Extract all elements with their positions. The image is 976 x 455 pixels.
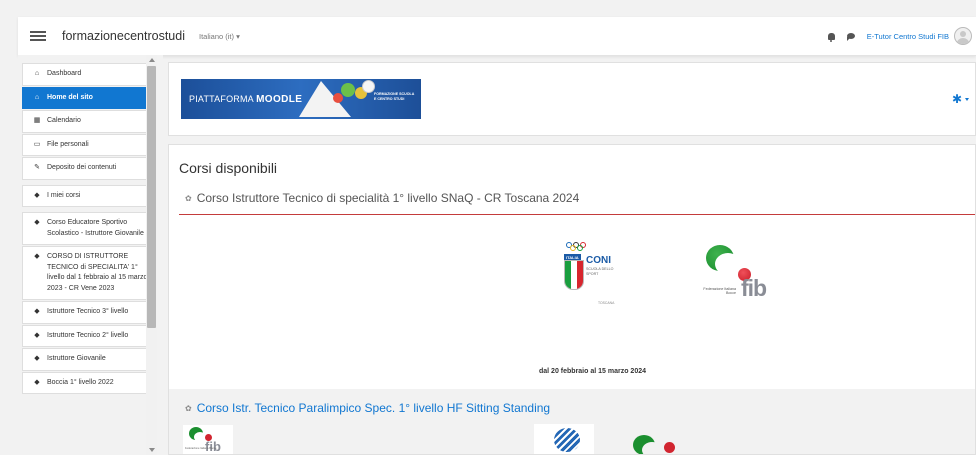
sidebar-item-label: Istruttore Tecnico 2° livello — [47, 331, 129, 339]
red-ball-icon — [664, 442, 675, 453]
fib-subtitle: Federazione Italiana Bocce — [703, 287, 736, 296]
sidebar-item-label: CORSO DI ISTRUTTORE TECNICO di SPECIALIT… — [47, 253, 148, 292]
sidebar-item-3[interactable]: ▭ File personali — [22, 133, 157, 156]
course-category-icon: ✿ — [185, 403, 192, 413]
user-menu-name[interactable]: E-Tutor Centro Studi FIB — [867, 32, 949, 41]
menu-toggle-icon[interactable] — [30, 31, 46, 41]
logo-swoosh — [642, 442, 662, 454]
tricolor-shield-icon — [564, 260, 584, 290]
language-selector[interactable]: Italiano (it) ▾ — [199, 32, 240, 41]
messages-chat-icon[interactable] — [846, 33, 855, 41]
sphere-icon — [554, 428, 580, 452]
sidebar-item-label: I miei corsi — [47, 191, 81, 199]
notifications-bell-icon[interactable] — [827, 32, 835, 42]
divider — [179, 214, 975, 215]
sidebar-item-label: Boccia 1° livello 2022 — [47, 378, 114, 386]
sidebar-item-label: Corso Educatore Sportivo Scolastico - Is… — [47, 219, 144, 237]
section-title: Corsi disponibili — [179, 160, 278, 176]
sidebar-item-label: File personali — [47, 140, 89, 148]
graduation-cap-icon: ◆ — [34, 219, 40, 226]
course-box: ✿ Corso Istr. Tecnico Paralimpico Spec. … — [169, 389, 975, 454]
file-icon: ▭ — [33, 140, 41, 148]
gear-icon: ✱ — [951, 92, 962, 106]
course-logos — [534, 424, 704, 454]
sidebar-item-label: Deposito dei contenuti — [47, 164, 117, 171]
home-icon: ⌂ — [34, 93, 40, 101]
graduation-cap-icon: ◆ — [34, 253, 40, 260]
graduation-cap-icon: ◆ — [34, 378, 40, 386]
avatar[interactable] — [954, 27, 972, 45]
sidebar-item-10[interactable]: ◆ Istruttore Giovanile — [22, 348, 157, 371]
olympic-rings-icon — [566, 242, 588, 252]
banner-brand: MOODLE — [256, 94, 303, 105]
logo-swoosh — [715, 253, 741, 275]
graduation-cap-icon: ◆ — [34, 308, 40, 315]
sidebar-item-label: Calendario — [47, 117, 81, 124]
sidebar-item-7[interactable]: ◆ CORSO DI ISTRUTTORE TECNICO di SPECIALI… — [22, 246, 157, 300]
fib-logo-small: fib Federazione Italiana Bocce — [183, 425, 233, 454]
banner-side-text: FORMAZIONE SCUOLA E CENTRO STUDI — [374, 92, 415, 101]
course-title-link[interactable]: ✿ Corso Istr. Tecnico Paralimpico Spec. … — [185, 401, 550, 415]
paralympic-logo — [534, 424, 594, 454]
sidebar-scroll-thumb[interactable] — [147, 66, 156, 328]
course-title-link[interactable]: ✿ Corso Istruttore Tecnico di specialità… — [185, 191, 579, 205]
sidebar-item-label: Dashboard — [47, 70, 82, 77]
sidebar-item-label: Istruttore Tecnico 3° livello — [47, 308, 129, 315]
ball-icon — [333, 93, 343, 103]
page-settings-menu[interactable]: ✱ — [952, 93, 969, 105]
dashboard-icon: ⌂ — [34, 70, 40, 77]
sidebar-item-label: Home del sito — [47, 93, 93, 101]
coni-logo: ITALIA CONI SCUOLA DELLO SPORT TOSCANA — [564, 242, 634, 317]
sidebar-item-6[interactable]: ◆ Corso Educatore Sportivo Scolastico - I… — [22, 212, 157, 245]
calendar-icon: ▦ — [33, 117, 41, 124]
user-menu-area: E-Tutor Centro Studi FIB — [827, 17, 976, 55]
banner-title: PIATTAFORMA MOODLE — [189, 94, 302, 105]
fib-subtitle: Federazione Italiana Bocce — [185, 447, 217, 450]
course-title-text: Corso Istr. Tecnico Paralimpico Spec. 1°… — [196, 401, 551, 415]
nav-drawer: ⌂ Dashboard ⌂ Home del sito ▦ Calendario ▭ File… — [18, 55, 163, 455]
banner-prefix: PIATTAFORMA — [189, 94, 254, 104]
coni-region: TOSCANA — [598, 301, 615, 305]
moodle-banner-logo[interactable]: PIATTAFORMA MOODLE FORMAZIONE SCUOLA E C… — [181, 79, 421, 119]
sidebar-item-5[interactable]: ◆ I miei corsi — [22, 184, 157, 207]
course-title-text: Corso Istruttore Tecnico di specialità 1… — [196, 191, 580, 205]
graduation-cap-icon: ◆ — [34, 331, 40, 339]
sidebar-item-8[interactable]: ◆ Istruttore Tecnico 3° livello — [22, 301, 157, 324]
sidebar-item-0[interactable]: ⌂ Dashboard — [22, 63, 157, 86]
coni-subtitle: SCUOLA DELLO SPORT — [586, 267, 614, 276]
sidebar-item-9[interactable]: ◆ Istruttore Tecnico 2° livello — [22, 324, 157, 347]
fib-logo: fib Federazione Italiana Bocce — [697, 245, 787, 305]
fib-wordmark: fib — [741, 275, 767, 301]
pencil-icon: ✎ — [34, 164, 40, 171]
site-name-link[interactable]: formazionecentrostudi — [62, 29, 185, 43]
sidebar-item-4[interactable]: ✎ Deposito dei contenuti — [22, 157, 157, 180]
sidebar-nav-list: ⌂ Dashboard ⌂ Home del sito ▦ Calendario ▭ File… — [22, 63, 157, 395]
available-courses-card: Corsi disponibili ✿ Corso Istruttore Tec… — [168, 144, 976, 455]
scroll-down-arrow-icon[interactable] — [149, 448, 155, 452]
coni-name: CONI — [586, 255, 611, 266]
chevron-down-icon — [965, 97, 969, 101]
sidebar-item-11[interactable]: ◆ Boccia 1° livello 2022 — [22, 371, 157, 394]
sidebar-item-1[interactable]: ⌂ Home del sito — [22, 86, 157, 109]
top-navbar: formazionecentrostudi Italiano (it) ▾ E-… — [18, 17, 976, 56]
sidebar-item-label: Istruttore Giovanile — [47, 355, 106, 362]
scroll-up-arrow-icon[interactable] — [149, 58, 155, 62]
course-dates: dal 20 febbraio al 15 marzo 2024 — [539, 368, 646, 375]
course-box: ✿ Corso Istruttore Tecnico di specialità… — [169, 181, 975, 409]
course-category-icon: ✿ — [185, 193, 192, 203]
graduation-cap-icon: ◆ — [34, 191, 40, 199]
page-header-card: PIATTAFORMA MOODLE FORMAZIONE SCUOLA E C… — [168, 62, 976, 136]
sidebar-item-2[interactable]: ▦ Calendario — [22, 110, 157, 133]
ball-icon — [341, 83, 355, 97]
graduation-cap-icon: ◆ — [34, 355, 40, 362]
